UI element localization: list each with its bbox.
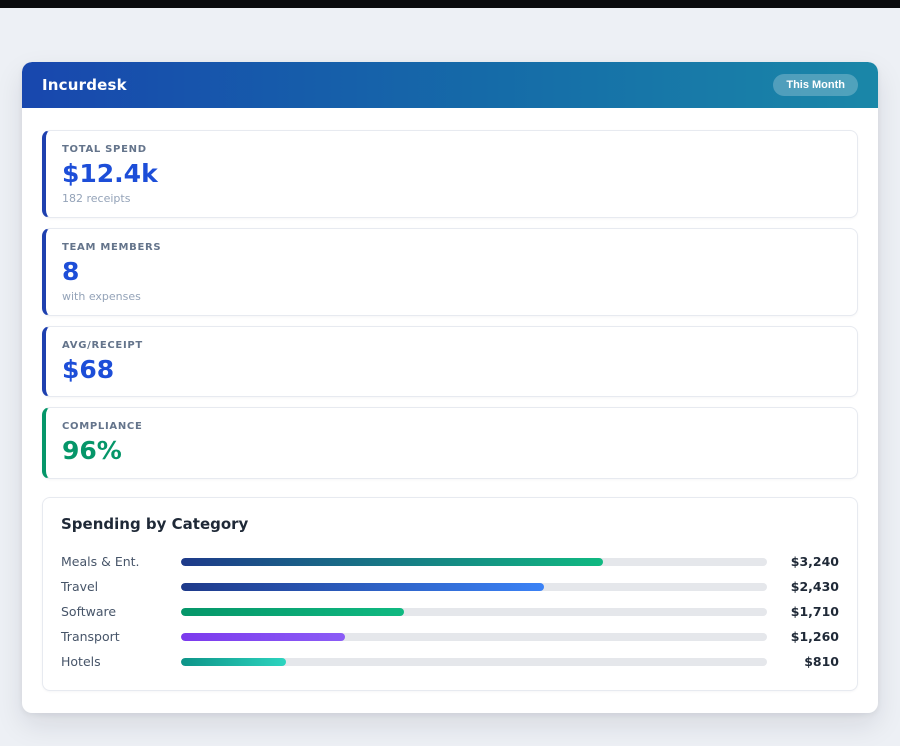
stat-card-avg-receipt: AVG/RECEIPT $68 — [42, 326, 858, 398]
top-bar — [0, 0, 900, 8]
stat-card-team-members: TEAM MEMBERS 8 with expenses — [42, 228, 858, 316]
spend-row-transport: Transport $1,260 — [61, 624, 839, 649]
stat-value: 8 — [62, 258, 841, 287]
category-label: Meals & Ent. — [61, 554, 181, 569]
stat-value: $12.4k — [62, 160, 841, 189]
stat-card-compliance: COMPLIANCE 96% — [42, 407, 858, 479]
spend-row-software: Software $1,710 — [61, 599, 839, 624]
stat-subtext: with expenses — [62, 290, 841, 303]
bar-track — [181, 558, 767, 566]
category-label: Transport — [61, 629, 181, 644]
stat-label: TOTAL SPEND — [62, 144, 841, 155]
bar-fill-transport — [181, 633, 345, 641]
spend-row-meals: Meals & Ent. $3,240 — [61, 549, 839, 574]
bar-track — [181, 583, 767, 591]
month-filter-badge[interactable]: This Month — [773, 74, 858, 96]
bar-fill-software — [181, 608, 404, 616]
bar-fill-hotels — [181, 658, 286, 666]
page-background: Incurdesk This Month TOTAL SPEND $12.4k … — [0, 8, 900, 713]
stat-label: AVG/RECEIPT — [62, 340, 841, 351]
category-amount: $1,710 — [767, 604, 839, 619]
app-title: Incurdesk — [42, 76, 127, 94]
category-label: Hotels — [61, 654, 181, 669]
category-amount: $2,430 — [767, 579, 839, 594]
bar-track — [181, 633, 767, 641]
app-header: Incurdesk This Month — [22, 62, 878, 108]
category-amount: $810 — [767, 654, 839, 669]
category-label: Travel — [61, 579, 181, 594]
bar-track — [181, 608, 767, 616]
bar-fill-meals — [181, 558, 603, 566]
bar-track — [181, 658, 767, 666]
spend-row-hotels: Hotels $810 — [61, 649, 839, 674]
stat-label: COMPLIANCE — [62, 421, 841, 432]
stat-value: $68 — [62, 356, 841, 385]
stat-card-total-spend: TOTAL SPEND $12.4k 182 receipts — [42, 130, 858, 218]
stat-label: TEAM MEMBERS — [62, 242, 841, 253]
dashboard-content: TOTAL SPEND $12.4k 182 receipts TEAM MEM… — [22, 108, 878, 713]
spending-by-category-card: Spending by Category Meals & Ent. $3,240… — [42, 497, 858, 691]
stat-value: 96% — [62, 437, 841, 466]
spending-card-title: Spending by Category — [61, 515, 839, 533]
category-amount: $3,240 — [767, 554, 839, 569]
stat-subtext: 182 receipts — [62, 192, 841, 205]
category-amount: $1,260 — [767, 629, 839, 644]
spend-row-travel: Travel $2,430 — [61, 574, 839, 599]
bar-fill-travel — [181, 583, 544, 591]
category-label: Software — [61, 604, 181, 619]
app-card: Incurdesk This Month TOTAL SPEND $12.4k … — [22, 62, 878, 713]
